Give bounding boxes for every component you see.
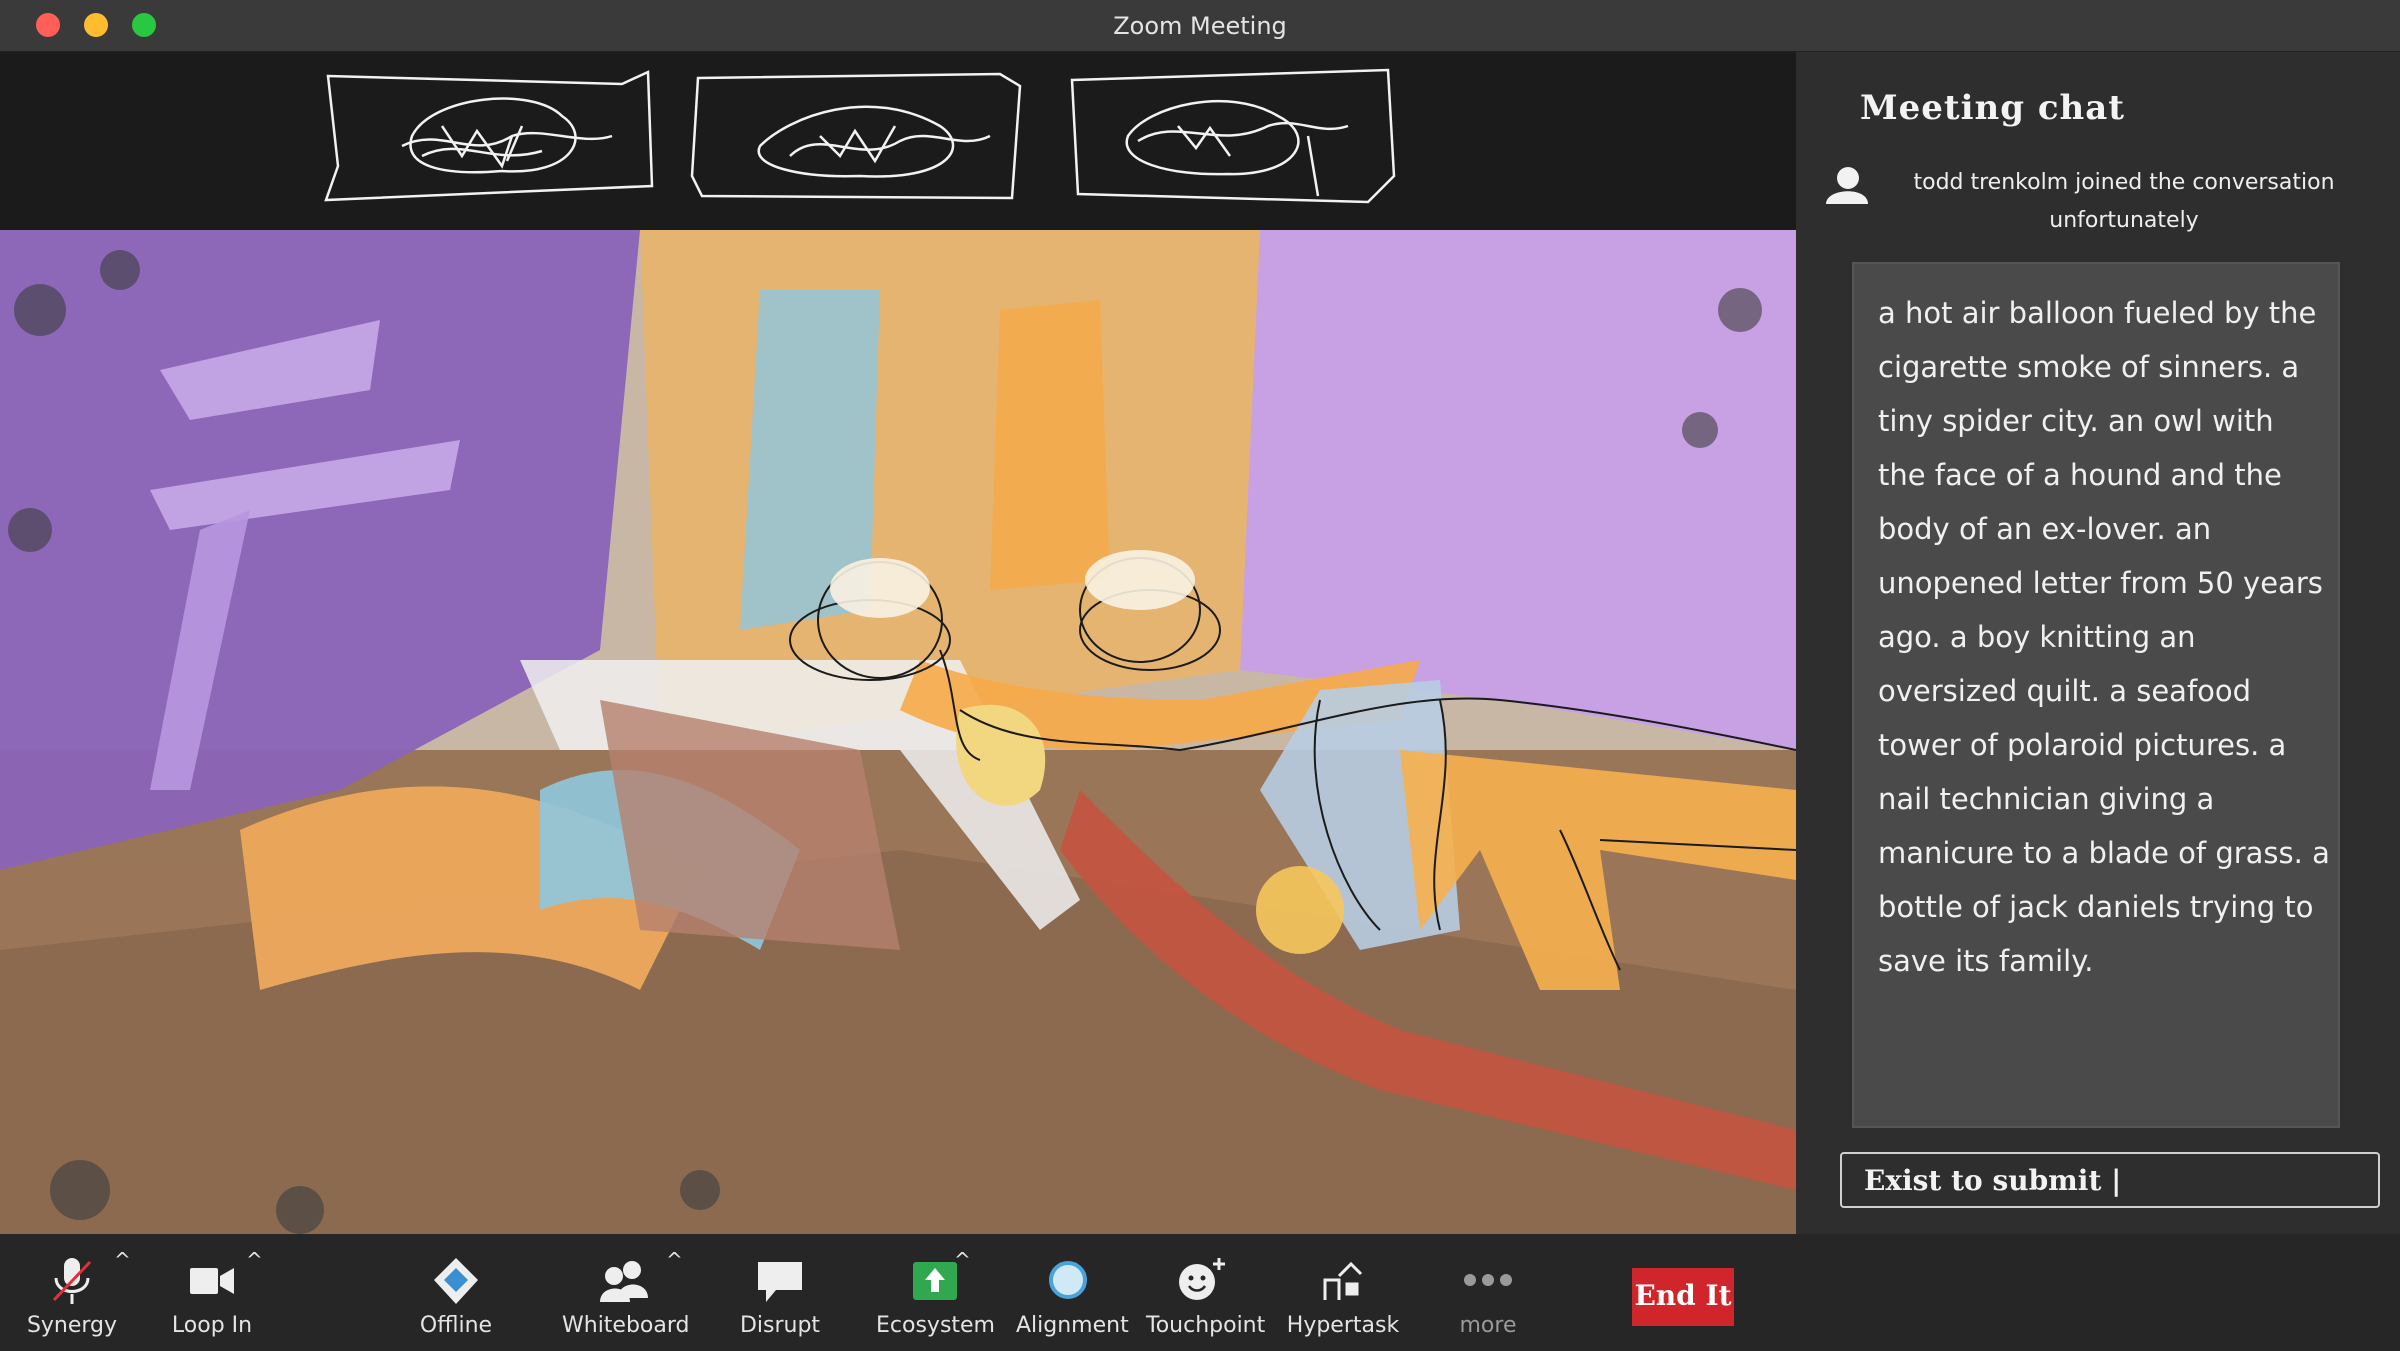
participant-gallery [0,52,1796,230]
title-bar: Zoom Meeting [0,0,2400,52]
more-dots-icon [1462,1256,1514,1306]
chat-input[interactable]: Exist to submit | [1840,1152,2380,1208]
participant-thumbnail[interactable] [690,66,1022,206]
hypertask-label: Hypertask [1286,1313,1400,1338]
window-title: Zoom Meeting [1113,12,1287,40]
offline-label: Offline [419,1313,493,1338]
microphone-muted-icon [46,1256,98,1306]
loop-in-label: Loop In [171,1313,253,1338]
meeting-toolbar: Synergy ^ Loop In ^ Offline Whiteboard ^… [0,1234,2400,1351]
disrupt-button[interactable]: Disrupt [728,1244,832,1344]
participant-thumbnail[interactable] [1068,66,1400,206]
alignment-label: Alignment [1016,1313,1129,1338]
disrupt-label: Disrupt [739,1313,821,1338]
synergy-options-caret[interactable]: ^ [114,1248,131,1272]
active-speaker-video [0,230,1796,1234]
more-button[interactable]: more [1436,1244,1540,1344]
ecosystem-button[interactable]: Ecosystem [876,1244,995,1344]
synergy-button[interactable]: Synergy [22,1244,122,1344]
synergy-label: Synergy [26,1313,118,1338]
chat-title: Meeting chat [1860,88,2126,128]
more-label: more [1459,1313,1517,1338]
chat-input-text: Exist to submit | [1864,1164,2122,1197]
video-camera-icon [186,1256,238,1306]
participant-thumbnail[interactable] [322,66,654,206]
add-reaction-icon [1175,1256,1227,1306]
touchpoint-button[interactable]: Touchpoint [1146,1244,1266,1344]
whiteboard-label: Whiteboard [562,1313,690,1338]
whiteboard-options-caret[interactable]: ^ [666,1248,683,1272]
chat-panel: Meeting chat todd trenkolm joined the co… [1796,52,2400,1234]
alignment-button[interactable]: Alignment [1016,1244,1129,1344]
chat-bubble-icon [754,1256,806,1306]
ecosystem-label: Ecosystem [876,1313,995,1338]
end-meeting-button[interactable]: End It [1632,1268,1734,1326]
shield-diamond-icon [430,1256,482,1306]
ecosystem-options-caret[interactable]: ^ [954,1248,971,1272]
touchpoint-label: Touchpoint [1146,1313,1266,1338]
join-text: todd trenkolm joined the conversation un… [1884,164,2364,240]
join-line: todd trenkolm joined the conversation [1913,170,2335,195]
offline-button[interactable]: Offline [406,1244,506,1344]
hypertask-button[interactable]: Hypertask [1282,1244,1404,1344]
join-notification: todd trenkolm joined the conversation un… [1824,160,2384,240]
user-avatar-icon [1824,166,1868,206]
participants-icon [598,1256,650,1306]
loop-in-options-caret[interactable]: ^ [246,1248,263,1272]
circle-ring-icon [1042,1256,1094,1306]
meeting-stage [0,52,1796,1234]
chat-message-text: a hot air balloon fueled by the cigarett… [1878,296,2330,978]
apps-icon [1317,1256,1369,1306]
join-line-continued: unfortunately [2049,208,2199,233]
chat-message-box: a hot air balloon fueled by the cigarett… [1852,262,2340,1128]
